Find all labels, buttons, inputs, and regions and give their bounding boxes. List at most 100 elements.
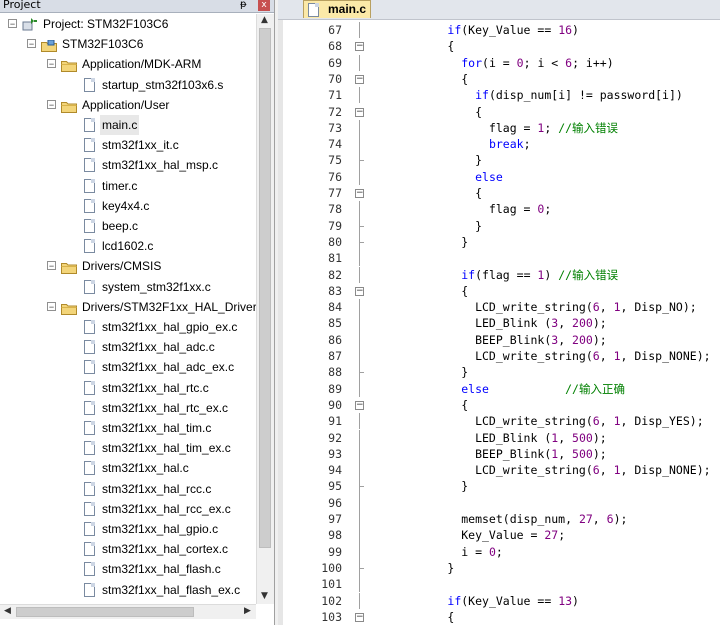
collapse-toggle-icon[interactable]: − [47, 261, 56, 271]
fold-guide-line [359, 119, 360, 137]
code-line[interactable]: for(i = 0; i < 6; i++) [392, 55, 613, 71]
code-line[interactable]: } [392, 560, 454, 576]
tree-item[interactable]: stm32f1xx_hal_adc.c [0, 337, 256, 357]
code-line[interactable]: flag = 0; [392, 201, 551, 217]
fold-toggle-icon[interactable]: − [355, 74, 364, 84]
fold-toggle-icon[interactable]: − [355, 400, 364, 410]
scroll-up-arrow-icon[interactable]: ▲ [261, 15, 268, 25]
tree-item[interactable]: key4x4.c [0, 196, 256, 216]
pin-icon[interactable]: ᵽ [240, 0, 247, 11]
code-line[interactable]: } [392, 478, 468, 494]
tree-item[interactable]: − Project: STM32F103C6 [0, 14, 256, 34]
code-line[interactable]: LCD_write_string(6, 1, Disp_NONE); [392, 462, 710, 478]
tree-item[interactable]: timer.c [0, 176, 256, 196]
tree-item[interactable]: stm32f1xx_hal_tim.c [0, 418, 256, 438]
tab-main-c[interactable]: main.c [303, 0, 371, 18]
tree-item-label: Application/User [82, 97, 170, 112]
code-line[interactable]: LCD_write_string(6, 1, Disp_NO); [392, 299, 697, 315]
code-line[interactable]: break; [392, 136, 531, 152]
tree-item[interactable]: stm32f1xx_hal_msp.c [0, 155, 256, 175]
collapse-toggle-icon[interactable]: − [8, 19, 17, 29]
tree-item[interactable]: stm32f1xx_hal_gpio_ex.c [0, 317, 256, 337]
tree-item-label: stm32f1xx_hal_flash.c [102, 562, 221, 577]
tree-item-label: stm32f1xx_hal_adc_ex.c [102, 360, 235, 375]
vertical-scroll-thumb[interactable] [259, 28, 271, 548]
code-line[interactable]: else //输入正确 [392, 381, 625, 397]
code-line[interactable]: LED_Blink (1, 500); [392, 430, 607, 446]
code-line[interactable]: } [392, 218, 482, 234]
code-line[interactable]: i = 0; [392, 544, 503, 560]
code-line[interactable]: BEEP_Blink(1, 500); [392, 446, 607, 462]
code-line[interactable]: { [392, 283, 468, 299]
tree-item[interactable]: lcd1602.c [0, 236, 256, 256]
tree-item[interactable]: stm32f1xx_hal_gpio.c [0, 519, 256, 539]
code-line[interactable]: LCD_write_string(6, 1, Disp_YES); [392, 413, 704, 429]
tree-item[interactable]: system_stm32f1xx.c [0, 277, 256, 297]
fold-toggle-icon[interactable]: − [355, 612, 364, 622]
tree-item[interactable]: stm32f1xx_hal.c [0, 458, 256, 478]
fold-end-mark [359, 241, 364, 243]
line-number: 74 [328, 137, 342, 152]
scroll-right-arrow-icon[interactable]: ▶ [244, 606, 251, 616]
tree-item[interactable]: stm32f1xx_hal_rtc.c [0, 378, 256, 398]
tree-item[interactable]: stm32f1xx_hal_cortex.c [0, 539, 256, 559]
tree-item[interactable]: − Application/MDK-ARM [0, 54, 256, 74]
code-line[interactable]: if(disp_num[i] != password[i]) [392, 87, 683, 103]
tree-item[interactable]: − STM32F103C6 [0, 34, 256, 54]
file-icon [84, 481, 95, 496]
code-line[interactable]: { [392, 397, 468, 413]
tree-item[interactable]: stm32f1xx_it.c [0, 135, 256, 155]
tree-item[interactable]: stm32f1xx_hal_rcc_ex.c [0, 499, 256, 519]
code-line[interactable]: } [392, 152, 482, 168]
tree-item[interactable]: stm32f1xx_hal_rtc_ex.c [0, 398, 256, 418]
collapse-toggle-icon[interactable]: − [47, 301, 56, 311]
code-line[interactable]: flag = 1; //输入错误 [392, 120, 618, 136]
collapse-toggle-icon[interactable]: − [47, 99, 56, 109]
collapse-toggle-icon[interactable]: − [47, 59, 56, 69]
fold-toggle-icon[interactable]: − [355, 42, 364, 52]
code-line[interactable]: { [392, 609, 454, 625]
tree-item[interactable]: stm32f1xx_hal_flash.c [0, 559, 256, 579]
tree-vertical-scrollbar[interactable]: ▲ ▼ [256, 14, 274, 604]
code-line[interactable]: if(flag == 1) //输入错误 [392, 267, 618, 283]
fold-toggle-icon[interactable]: − [355, 286, 364, 296]
code-area[interactable]: 67 if(Key_Value == 16) 68− {69 for(i = 0;… [278, 20, 720, 625]
tree-item[interactable]: − Application/User [0, 95, 256, 115]
code-line[interactable]: LED_Blink (3, 200); [392, 315, 607, 331]
tree-item[interactable]: startup_stm32f103x6.s [0, 75, 256, 95]
code-line[interactable]: } [392, 364, 468, 380]
scroll-down-arrow-icon[interactable]: ▼ [261, 591, 268, 601]
project-tree[interactable]: − Project: STM32F103C6− STM32F103C6− Applic… [0, 14, 256, 604]
fold-guide-line [359, 494, 360, 511]
code-line[interactable]: if(Key_Value == 13) [392, 593, 579, 609]
tree-item[interactable]: beep.c [0, 216, 256, 236]
fold-toggle-icon[interactable]: − [355, 107, 364, 117]
code-line[interactable]: { [392, 71, 468, 87]
code-line[interactable]: { [392, 185, 482, 201]
tree-item[interactable]: stm32f1xx_hal_flash_ex.c [0, 580, 256, 600]
tree-item[interactable]: stm32f1xx_hal_adc_ex.c [0, 357, 256, 377]
code-line[interactable]: } [392, 234, 468, 250]
code-line[interactable]: LCD_write_string(6, 1, Disp_NONE); [392, 348, 710, 364]
code-line[interactable]: { [392, 38, 454, 54]
code-line[interactable]: else [392, 169, 503, 185]
code-line[interactable]: { [392, 104, 482, 120]
code-line[interactable]: if(Key_Value == 16) [392, 22, 579, 38]
line-number: 83 [328, 283, 342, 298]
code-line[interactable]: memset(disp_num, 27, 6); [392, 511, 627, 527]
scroll-left-arrow-icon[interactable]: ◀ [4, 606, 11, 616]
horizontal-scroll-thumb[interactable] [16, 607, 194, 617]
close-icon[interactable]: x [258, 0, 270, 11]
collapse-toggle-icon[interactable]: − [27, 39, 36, 49]
tree-item[interactable]: − Drivers/CMSIS [0, 256, 256, 276]
line-number: 68 [328, 39, 342, 54]
code-line[interactable]: BEEP_Blink(3, 200); [392, 332, 607, 348]
tree-item[interactable]: stm32f1xx_hal_rcc.c [0, 479, 256, 499]
tree-item[interactable]: − Drivers/STM32F1xx_HAL_Driver [0, 297, 256, 317]
tree-horizontal-scrollbar[interactable]: ◀ ▶ [0, 604, 256, 619]
tree-item[interactable]: stm32f1xx_hal_tim_ex.c [0, 438, 256, 458]
tree-item[interactable]: main.c [0, 115, 256, 135]
code-token: else [461, 381, 489, 396]
code-line[interactable]: Key_Value = 27; [392, 527, 565, 543]
fold-toggle-icon[interactable]: − [355, 189, 364, 198]
